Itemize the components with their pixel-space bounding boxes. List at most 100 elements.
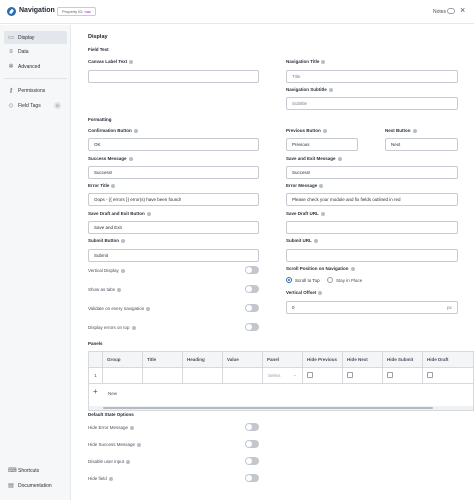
- error-message-label: Error Message: [286, 183, 324, 188]
- hide-error-message-toggle[interactable]: [245, 423, 259, 431]
- validate-navigation-toggle[interactable]: [245, 304, 259, 312]
- canvas-label-text-label: Canvas Label Text: [88, 59, 134, 64]
- sidebar-item-display[interactable]: ▭ Display: [4, 31, 67, 44]
- property-id-label: Property ID:: [62, 9, 84, 14]
- help-icon: [133, 128, 138, 133]
- sidebar-item-label: Display: [18, 34, 35, 41]
- sidebar-item-documentation[interactable]: ▤ Documentation: [4, 479, 67, 492]
- panel-select-cell[interactable]: Select ⌄: [263, 368, 303, 384]
- sidebar-item-label: Advanced: [18, 63, 41, 70]
- column-header: Heading: [183, 352, 223, 368]
- scroll-to-top-label: Scroll to Top: [295, 278, 320, 283]
- previous-button-label: Previous Button: [286, 128, 327, 133]
- panels-scrollbar[interactable]: [89, 406, 473, 410]
- error-message-input[interactable]: Please check your module and fix fields …: [286, 193, 458, 206]
- previous-button-input[interactable]: Previous: [286, 138, 358, 151]
- submit-url-input[interactable]: [286, 249, 458, 262]
- save-exit-message-input[interactable]: Success!: [286, 166, 458, 179]
- help-icon: [126, 459, 131, 464]
- next-button-input[interactable]: Next: [385, 138, 458, 151]
- help-icon: [146, 306, 151, 311]
- property-id-value: nav: [84, 9, 91, 14]
- plus-icon[interactable]: +: [93, 387, 98, 396]
- navigation-title-input[interactable]: Title: [286, 70, 458, 83]
- close-icon[interactable]: ×: [460, 6, 465, 15]
- help-icon: [108, 476, 113, 481]
- hide-success-message-toggle[interactable]: [245, 440, 259, 448]
- success-message-input[interactable]: Success!: [88, 166, 259, 179]
- field-text-heading: Field Text: [88, 47, 109, 52]
- stay-in-place-radio[interactable]: [327, 277, 333, 283]
- hide-field-toggle[interactable]: [245, 474, 259, 482]
- tag-icon: ◇: [8, 102, 14, 109]
- navigation-subtitle-label: Navigation Subtitle: [286, 87, 333, 92]
- canvas-label-text-input[interactable]: [88, 70, 259, 83]
- hide-previous-checkbox[interactable]: [307, 372, 313, 378]
- sidebar-item-advanced[interactable]: ✲ Advanced: [4, 60, 67, 73]
- validate-navigation-label: Validate on every navigation: [88, 306, 151, 311]
- sidebar-item-data[interactable]: ≡ Data: [4, 45, 67, 58]
- heading-cell[interactable]: [183, 368, 223, 384]
- disable-user-input-toggle[interactable]: [245, 457, 259, 465]
- help-icon: [313, 238, 318, 243]
- show-as-tabs-toggle[interactable]: [245, 285, 259, 293]
- errors-on-top-toggle[interactable]: [245, 323, 259, 331]
- help-icon: [121, 238, 125, 243]
- error-title-input[interactable]: Oops - {{ errors }} error(s) have been f…: [88, 193, 259, 206]
- sidebar: ▭ Display ≡ Data ✲ Advanced ⚷ Permission…: [0, 25, 71, 500]
- hide-next-checkbox[interactable]: [347, 372, 353, 378]
- panels-scrollbar-thumb[interactable]: [103, 407, 433, 409]
- row-index-header: [89, 352, 103, 368]
- sidebar-item-permissions[interactable]: ⚷ Permissions: [4, 84, 67, 97]
- title-cell[interactable]: [143, 368, 183, 384]
- sidebar-item-label: Shortcuts: [18, 467, 40, 474]
- property-id-badge[interactable]: Property ID: nav: [57, 7, 96, 16]
- help-icon: [321, 59, 326, 64]
- save-draft-button-label: Save Draft and Exit Button: [88, 211, 151, 216]
- errors-on-top-label: Display errors on top: [88, 325, 136, 330]
- help-icon: [137, 442, 142, 447]
- sidebar-item-field-tags[interactable]: ◇ Field Tags 0: [4, 99, 67, 112]
- column-header: Hide Next: [343, 352, 383, 368]
- sidebar-item-shortcuts[interactable]: ⌨ Shortcuts: [4, 464, 67, 477]
- add-row[interactable]: + New: [89, 385, 473, 401]
- submit-button-input[interactable]: Submit: [88, 249, 259, 262]
- help-icon: [128, 156, 133, 161]
- confirmation-button-label: Confirmation Button: [88, 128, 138, 133]
- save-draft-button-input[interactable]: Save and Exit: [88, 221, 259, 234]
- navigation-title-label: Navigation Title: [286, 59, 326, 64]
- confirmation-button-input[interactable]: OK: [88, 138, 259, 151]
- section-title: Display: [88, 34, 108, 40]
- gear-icon: ✲: [8, 63, 14, 70]
- next-button-label: Next Button: [385, 128, 417, 133]
- database-icon: ≡: [9, 48, 13, 55]
- hide-draft-cell: [423, 368, 473, 384]
- error-title-label: Error Title: [88, 183, 116, 188]
- help-icon: [337, 156, 342, 161]
- success-message-label: Success Message: [88, 156, 133, 161]
- formatting-heading: Formatting: [88, 117, 112, 122]
- navigation-subtitle-input[interactable]: Subtitle: [286, 97, 458, 110]
- new-row-label[interactable]: New: [108, 391, 117, 396]
- hide-error-message-label: Hide Error Message: [88, 425, 135, 430]
- group-cell[interactable]: [103, 368, 143, 384]
- hide-submit-checkbox[interactable]: [387, 372, 393, 378]
- save-exit-message-label: Save and Exit Message: [286, 156, 342, 161]
- scroll-to-top-radio[interactable]: [286, 277, 292, 283]
- vertical-offset-input[interactable]: 0: [286, 301, 458, 314]
- vertical-display-toggle[interactable]: [245, 266, 259, 274]
- help-icon: [318, 290, 323, 295]
- help-icon: [131, 325, 136, 330]
- help-icon: [146, 211, 151, 216]
- panels-grid: Group Title Heading Value Panel Hide Pre…: [88, 351, 474, 411]
- panel-select[interactable]: Select: [268, 373, 281, 378]
- notes-toggle-icon[interactable]: [447, 8, 455, 14]
- submit-button-label: Submit Button: [88, 238, 125, 243]
- column-header: Hide Draft: [427, 357, 449, 362]
- help-icon: [412, 128, 417, 133]
- hide-draft-checkbox[interactable]: [427, 372, 433, 378]
- value-cell[interactable]: [223, 368, 263, 384]
- save-draft-url-input[interactable]: [286, 221, 458, 234]
- show-as-tabs-label: Show as tabs: [88, 287, 122, 292]
- help-icon: [320, 211, 325, 216]
